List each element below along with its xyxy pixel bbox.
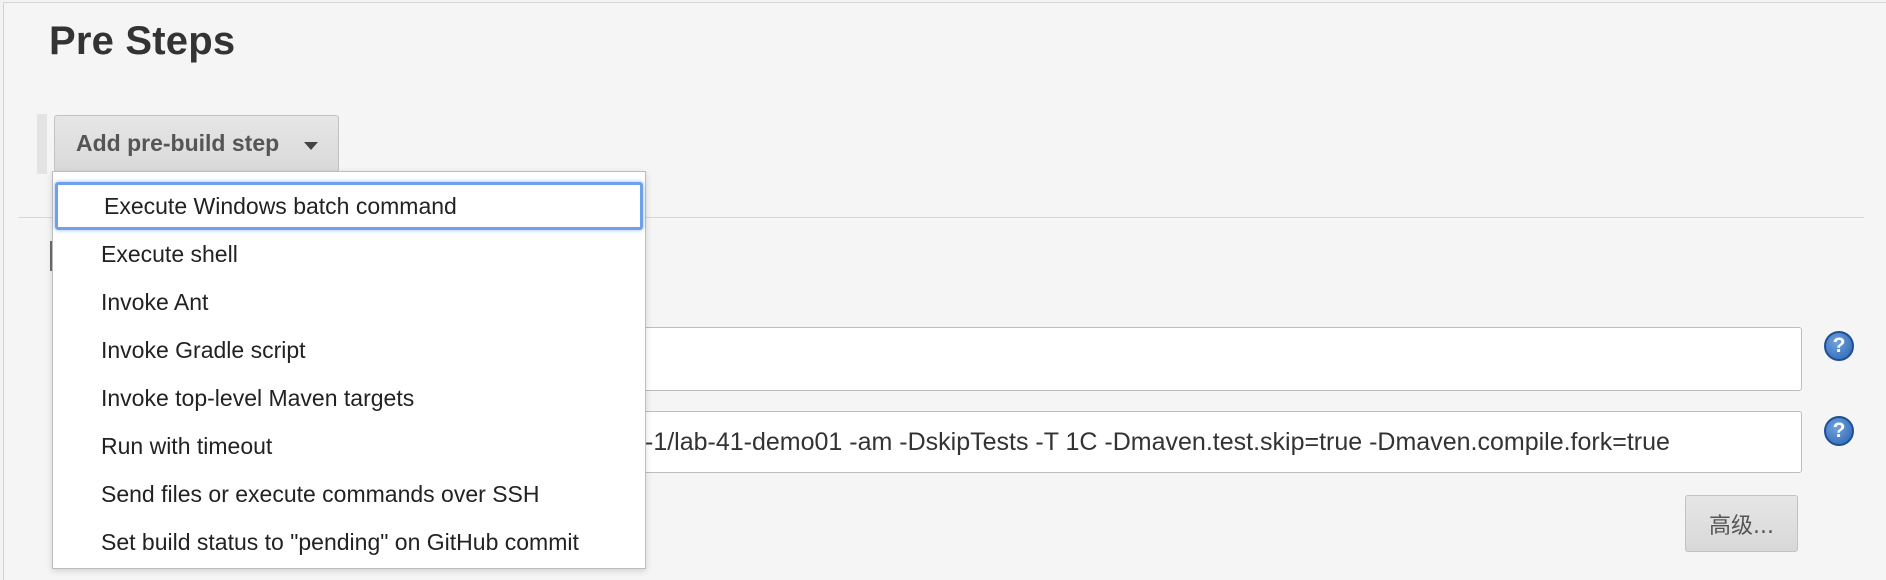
menu-item-run-with-timeout[interactable]: Run with timeout	[53, 422, 645, 470]
menu-item-set-build-status-pending[interactable]: Set build status to "pending" on GitHub …	[53, 518, 645, 566]
menu-item-invoke-ant[interactable]: Invoke Ant	[53, 278, 645, 326]
goals-input[interactable]	[584, 327, 1802, 391]
pre-build-step-dropdown: Execute Windows batch command Execute sh…	[52, 171, 646, 569]
chevron-down-icon	[304, 142, 318, 150]
maven-options-input[interactable]: -1/lab-41-demo01 -am -DskipTests -T 1C -…	[584, 411, 1802, 473]
menu-item-invoke-gradle-script[interactable]: Invoke Gradle script	[53, 326, 645, 374]
menu-item-execute-shell[interactable]: Execute shell	[53, 230, 645, 278]
advanced-button[interactable]: 高级...	[1685, 495, 1798, 552]
help-icon[interactable]: ?	[1824, 416, 1854, 446]
add-pre-build-step-button[interactable]: Add pre-build step	[54, 115, 339, 172]
add-pre-build-step-label: Add pre-build step	[76, 130, 280, 156]
menu-item-invoke-maven-targets[interactable]: Invoke top-level Maven targets	[53, 374, 645, 422]
drag-handle-bar	[37, 114, 47, 174]
menu-item-send-files-over-ssh[interactable]: Send files or execute commands over SSH	[53, 470, 645, 518]
section-title: Pre Steps	[49, 19, 236, 63]
help-icon[interactable]: ?	[1824, 331, 1854, 361]
menu-item-execute-windows-batch-command[interactable]: Execute Windows batch command	[55, 182, 643, 230]
